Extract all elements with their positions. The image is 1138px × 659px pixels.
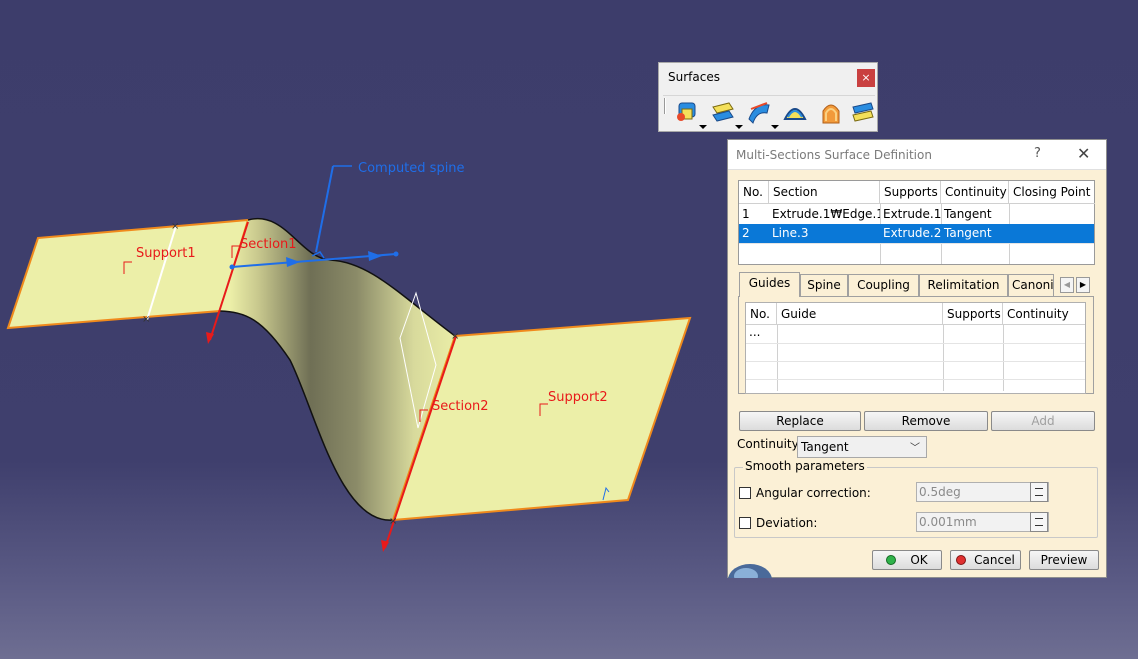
row1-no: 1 xyxy=(742,207,750,221)
angular-correction-value: 0.5deg xyxy=(919,485,961,499)
row1-continuity: Tangent xyxy=(944,207,992,221)
col-header-guide[interactable]: Guide xyxy=(777,303,943,325)
guides-table[interactable]: No. Guide Supports Continuity ... xyxy=(745,302,1086,394)
remove-button[interactable]: Remove xyxy=(864,411,988,431)
col-header-supports[interactable]: Supports xyxy=(943,303,1003,325)
row2-no: 2 xyxy=(742,226,750,240)
col-header-supports[interactable]: Supports xyxy=(880,181,941,204)
dialog-titlebar[interactable]: Multi-Sections Surface Definition ? ✕ xyxy=(728,140,1106,170)
cancel-label: Cancel xyxy=(974,553,1015,567)
col-header-continuity[interactable]: Continuity xyxy=(941,181,1009,204)
row1-section: Extrude.1₩Edge.1 xyxy=(772,207,880,221)
chevron-down-icon: ﹀ xyxy=(910,443,920,454)
section1-label: Section1 xyxy=(240,237,297,252)
blend-icon[interactable] xyxy=(849,99,879,127)
spine-axis-vertical xyxy=(315,165,334,253)
toolbar-icons xyxy=(663,95,875,131)
svg-text:×: × xyxy=(142,314,150,325)
cancel-icon xyxy=(956,555,967,565)
tab-relimitation[interactable]: Relimitation xyxy=(919,274,1008,296)
section2-label: Section2 xyxy=(432,399,489,414)
angular-correction-spinner[interactable] xyxy=(1030,482,1048,502)
toolbar-close-button[interactable]: × xyxy=(857,69,875,87)
extrude-icon[interactable] xyxy=(673,99,707,129)
tab-canonic[interactable]: Canonic xyxy=(1008,274,1054,296)
toolbar-title: Surfaces xyxy=(668,70,720,84)
sections-table[interactable]: No. Section Supports Continuity Closing … xyxy=(738,180,1095,265)
multi-sections-surface-dialog: Multi-Sections Surface Definition ? ✕ No… xyxy=(727,139,1107,578)
add-button[interactable]: Add xyxy=(991,411,1095,431)
sweep-icon[interactable] xyxy=(745,99,779,129)
continuity-select[interactable]: Tangent ﹀ xyxy=(797,436,927,458)
row1-supports: Extrude.1 xyxy=(883,207,941,221)
col-header-no[interactable]: No. xyxy=(746,303,777,325)
ok-icon xyxy=(886,555,897,565)
cancel-button[interactable]: Cancel xyxy=(950,550,1021,570)
tab-scroll-right-icon[interactable]: ▶ xyxy=(1076,277,1090,293)
deviation-checkbox[interactable] xyxy=(739,517,751,529)
col-header-closing-point[interactable]: Closing Point xyxy=(1009,181,1095,204)
ok-button[interactable]: OK xyxy=(872,550,942,570)
tab-coupling[interactable]: Coupling xyxy=(848,274,919,296)
svg-text:×: × xyxy=(389,516,397,527)
globe-logo-icon xyxy=(728,554,774,578)
multi-sections-surface-icon[interactable] xyxy=(817,99,847,127)
deviation-value: 0.001mm xyxy=(919,515,977,529)
col-header-continuity[interactable]: Continuity xyxy=(1003,303,1085,325)
toolbar-grip[interactable] xyxy=(664,98,666,114)
ok-label: OK xyxy=(910,553,928,567)
col-header-section[interactable]: Section xyxy=(769,181,880,204)
computed-spine-label: Computed spine xyxy=(358,161,465,176)
offset-icon[interactable] xyxy=(709,99,743,129)
row2-section: Line.3 xyxy=(772,226,809,240)
tab-spine[interactable]: Spine xyxy=(800,274,848,296)
support2-label: Support2 xyxy=(548,390,608,405)
continuity-label: Continuity: xyxy=(737,437,802,451)
preview-button[interactable]: Preview xyxy=(1029,550,1099,570)
row2-supports: Extrude.2 xyxy=(883,226,941,240)
row2-continuity: Tangent xyxy=(944,226,992,240)
support1-surface[interactable] xyxy=(6,218,250,330)
deviation-label: Deviation: xyxy=(756,516,818,530)
deviation-spinner[interactable] xyxy=(1030,512,1048,532)
list-item[interactable]: ... xyxy=(746,323,777,342)
smooth-parameters-title: Smooth parameters xyxy=(743,459,867,473)
angular-correction-checkbox[interactable] xyxy=(739,487,751,499)
guides-tab-panel: No. Guide Supports Continuity ... xyxy=(738,296,1094,394)
angular-correction-field[interactable]: 0.5deg xyxy=(916,482,1049,502)
tab-scroll-left-icon[interactable]: ◀ xyxy=(1060,277,1074,293)
dialog-close-button[interactable]: ✕ xyxy=(1077,144,1090,163)
col-header-no[interactable]: No. xyxy=(739,181,769,204)
help-button[interactable]: ? xyxy=(1034,146,1041,161)
support1-label: Support1 xyxy=(136,246,196,261)
continuity-value: Tangent xyxy=(801,440,849,454)
angular-correction-label: Angular correction: xyxy=(756,486,871,500)
surfaces-toolbar: Surfaces × xyxy=(658,62,878,132)
svg-text:×: × xyxy=(171,221,179,232)
dialog-title: Multi-Sections Surface Definition xyxy=(736,148,932,162)
replace-button[interactable]: Replace xyxy=(739,411,861,431)
fill-icon[interactable] xyxy=(781,99,811,127)
tab-guides[interactable]: Guides xyxy=(739,272,800,297)
definition-tabs: Guides Spine Coupling Relimitation Canon… xyxy=(738,272,1094,297)
deviation-field[interactable]: 0.001mm xyxy=(916,512,1049,532)
svg-text:×: × xyxy=(451,331,459,342)
